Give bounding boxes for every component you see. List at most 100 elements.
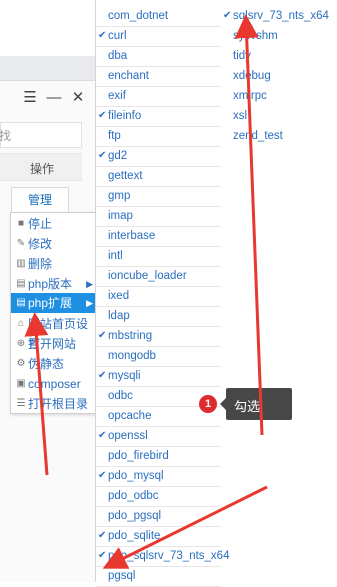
extension-item[interactable]: xmlrpc [233, 86, 267, 106]
extension-item[interactable]: ✔ mbstring [98, 326, 152, 346]
extension-item[interactable]: zend_test [233, 126, 283, 146]
edit-icon: ✎ [16, 238, 26, 249]
extension-item[interactable]: com_dotnet [108, 6, 168, 26]
extension-item[interactable]: pgsql [108, 566, 136, 586]
extension-item[interactable]: opcache [108, 406, 151, 426]
checkmark-icon: ✔ [98, 110, 107, 121]
extension-item[interactable]: ✔ openssl [98, 426, 148, 446]
extension-label: fileinfo [108, 110, 142, 122]
context-menu-label: 停止 [28, 217, 53, 231]
callout-pointer [220, 398, 226, 410]
extension-label: xmlrpc [233, 90, 267, 102]
context-menu-label: php版本 [28, 277, 73, 291]
extension-item[interactable]: pdo_pgsql [108, 506, 161, 526]
home-icon: ⌂ [17, 318, 25, 329]
extension-item[interactable]: enchant [108, 66, 149, 86]
context-menu-item[interactable]: ▤ php版本 ▶ [11, 274, 96, 294]
extension-item[interactable]: dba [108, 46, 127, 66]
extension-item[interactable]: ✔ mysqli [98, 366, 141, 386]
checkmark-icon: ✔ [98, 530, 107, 541]
extension-item[interactable]: ✔ sqlsrv_73_nts_x64 [223, 6, 329, 26]
window-titlebar [0, 56, 95, 81]
extension-item[interactable]: ioncube_loader [108, 266, 187, 286]
extension-item[interactable]: mongodb [108, 346, 156, 366]
extension-label: ftp [108, 130, 121, 142]
context-menu-item[interactable]: ■ 停止 [11, 214, 96, 234]
extension-item[interactable]: exif [108, 86, 126, 106]
extension-label: curl [108, 30, 127, 42]
checkmark-icon: ✔ [98, 150, 107, 161]
context-menu-item[interactable]: ▤ php扩展 ▶ [11, 293, 96, 313]
checkmark-icon: ✔ [98, 470, 107, 481]
extension-item[interactable]: xdebug [233, 66, 271, 86]
extension-label: odbc [108, 390, 133, 402]
close-icon[interactable]: ✕ [66, 88, 90, 106]
extension-label: pdo_sqlite [108, 530, 161, 542]
extension-item[interactable]: ✔ pdo_sqlite [98, 526, 161, 546]
extension-item[interactable]: ✔ curl [98, 26, 127, 46]
context-menu-item[interactable]: ✎ 修改 [11, 234, 96, 254]
extension-item[interactable]: gmp [108, 186, 130, 206]
extension-label: openssl [108, 430, 148, 442]
extension-item[interactable]: ixed [108, 286, 129, 306]
context-menu-item[interactable]: ⌂ 网站首页设置 [11, 314, 96, 351]
extension-item[interactable]: ✔ pdo_sqlsrv_73_nts_x64 [98, 546, 229, 566]
extension-item[interactable]: ✔ pdo_mysql [98, 466, 164, 486]
extension-item[interactable]: odbc [108, 386, 133, 406]
extension-item[interactable]: xsl [233, 106, 247, 126]
extension-item[interactable]: sysvshm [233, 26, 278, 46]
stop-icon: ■ [17, 218, 25, 229]
minimize-icon[interactable]: — [42, 89, 66, 106]
extension-label: xdebug [233, 70, 271, 82]
extension-label: gd2 [108, 150, 128, 162]
window-controls: ☰ — ✕ [18, 88, 90, 108]
extension-label: imap [108, 210, 133, 222]
context-menu-label: composer [28, 377, 81, 391]
extension-item[interactable]: gettext [108, 166, 143, 186]
file-icon: ▤ [16, 297, 26, 308]
checkmark-icon: ✔ [98, 30, 107, 41]
search-placeholder: 找 [0, 129, 12, 143]
extension-label: mongodb [108, 350, 156, 362]
extension-item[interactable]: ldap [108, 306, 130, 326]
context-menu-item[interactable]: ☰ 打开根目录 [11, 394, 96, 414]
extension-label: opcache [108, 410, 152, 422]
extension-item[interactable]: pdo_odbc [108, 486, 159, 506]
context-menu-item[interactable]: ▣ composer [11, 374, 96, 394]
list-icon: ☰ [16, 398, 26, 409]
context-menu-label: 修改 [28, 237, 53, 251]
globe-icon: ⊕ [16, 338, 26, 349]
extension-item[interactable]: pdo_firebird [108, 446, 169, 466]
context-menu-label: 打开网站 [28, 337, 77, 351]
extension-item[interactable]: ftp [108, 126, 121, 146]
extension-label: pgsql [108, 570, 136, 582]
manage-button[interactable]: 管理 [11, 187, 69, 213]
extension-item[interactable]: ✔ fileinfo [98, 106, 142, 126]
package-icon: ▣ [16, 378, 26, 389]
context-menu-item[interactable]: ⊕ 打开网站 [11, 334, 96, 354]
extension-item[interactable]: ✔ gd2 [98, 146, 128, 166]
extension-label: exif [108, 90, 126, 102]
extension-label: zend_test [233, 130, 283, 142]
file-icon: ▤ [16, 278, 26, 289]
extension-label: ixed [108, 290, 130, 302]
context-menu-label: php扩展 [28, 296, 73, 310]
extension-item[interactable]: imap [108, 206, 133, 226]
extension-item[interactable]: tidy [233, 46, 251, 66]
extension-item[interactable]: intl [108, 246, 123, 266]
extension-label: intl [108, 250, 123, 262]
extension-item[interactable]: interbase [108, 226, 155, 246]
context-menu-label: 打开根目录 [28, 397, 89, 411]
extension-label: tidy [233, 50, 251, 62]
context-menu-item[interactable]: ⚙ 伪静态 [11, 354, 96, 374]
extension-label: pdo_pgsql [108, 510, 162, 522]
extension-label: gmp [108, 190, 131, 202]
search-input[interactable]: 找 [0, 122, 82, 148]
context-menu-item[interactable]: ▥ 删除 [11, 254, 96, 274]
chevron-right-icon: ▶ [86, 279, 93, 289]
checkmark-icon: ✔ [98, 550, 107, 561]
extension-label: sqlsrv_73_nts_x64 [233, 10, 329, 22]
extension-label: pdo_firebird [108, 450, 169, 462]
menu-icon[interactable]: ☰ [18, 88, 42, 106]
annotation-callout: 1 勾选 [199, 388, 292, 420]
